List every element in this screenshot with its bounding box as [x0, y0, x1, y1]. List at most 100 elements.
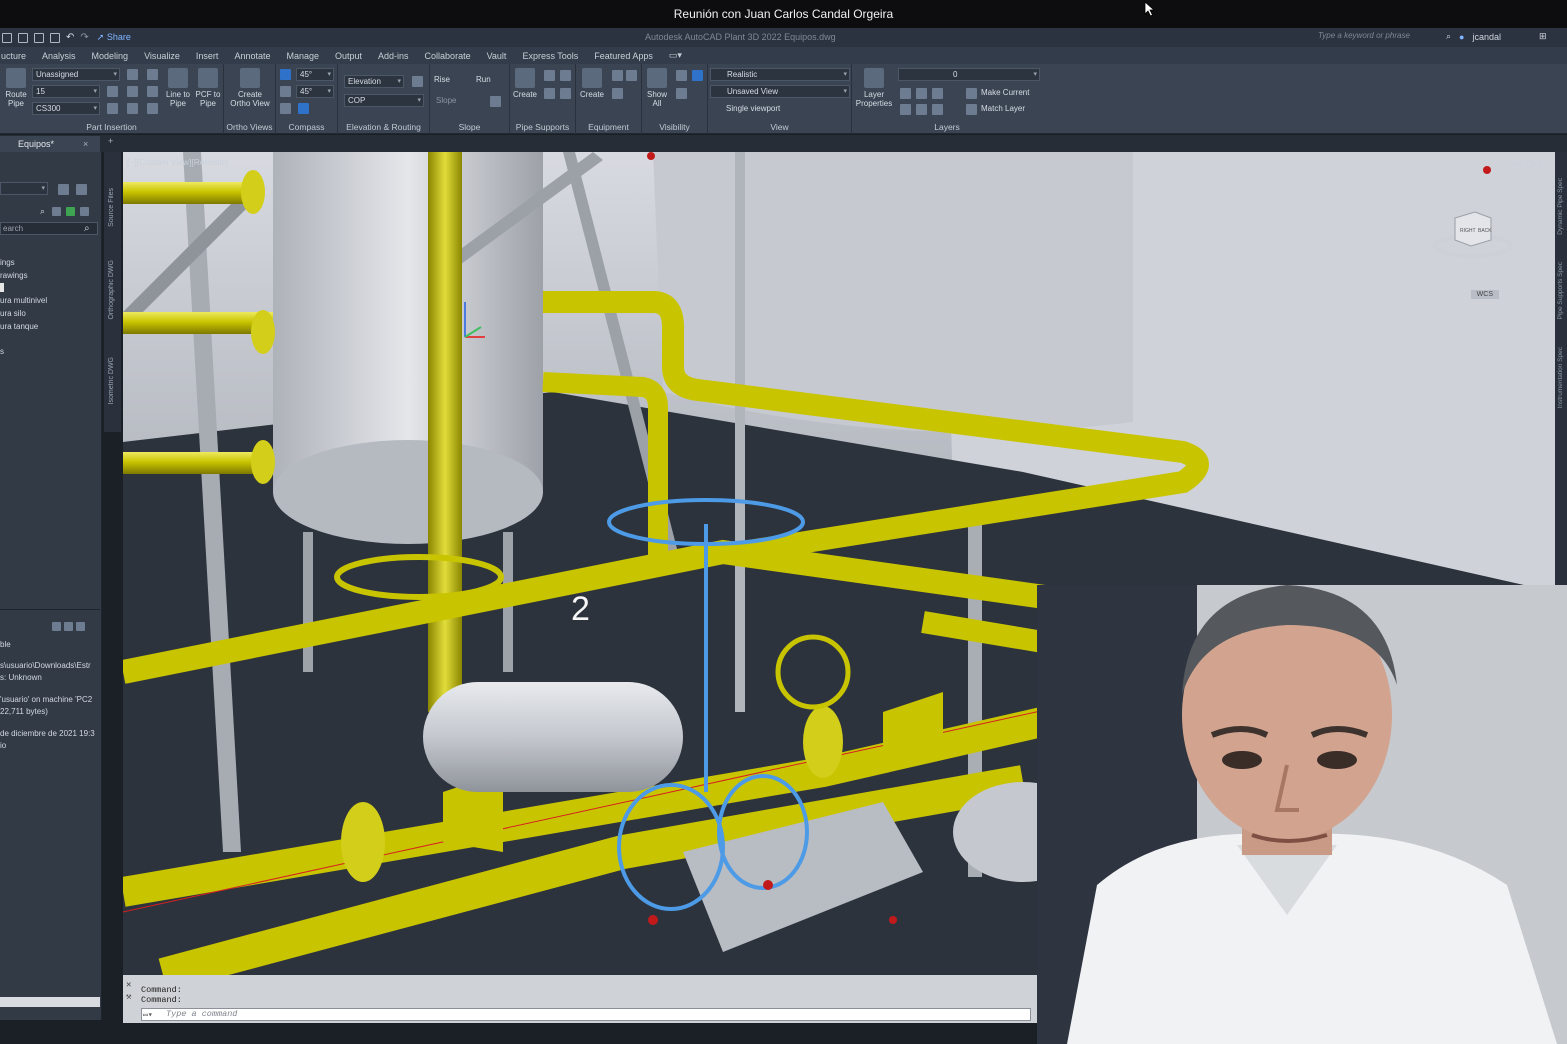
tree-item-drawings[interactable]: ings [0, 258, 15, 267]
project-setup-icon[interactable] [76, 184, 87, 195]
snap-icon[interactable] [280, 86, 291, 97]
layer-isolate-icon[interactable] [916, 88, 927, 99]
tab-structure[interactable]: ucture [0, 51, 34, 61]
hide-icon[interactable] [692, 70, 703, 81]
compass-step-combo[interactable]: 45° [296, 85, 334, 98]
layer-state-icon[interactable] [900, 88, 911, 99]
layer-walk-icon[interactable] [932, 104, 943, 115]
reducer-icon[interactable] [127, 103, 138, 114]
tab-analysis[interactable]: Analysis [34, 51, 84, 61]
tree-item-other[interactable]: s [0, 347, 4, 356]
tab-output[interactable]: Output [327, 51, 370, 61]
share-button[interactable]: ➚ Share [97, 32, 131, 43]
palette-divider[interactable] [0, 609, 100, 610]
layer-lock-icon[interactable] [916, 104, 927, 115]
edit-pipe-icon[interactable] [147, 103, 158, 114]
close-icon[interactable]: × [83, 136, 88, 152]
pcf-to-pipe-button[interactable]: PCF to Pipe [194, 68, 222, 108]
make-current-icon[interactable] [966, 88, 977, 99]
support-edit-icon[interactable] [544, 70, 555, 81]
options-icon[interactable] [80, 207, 89, 216]
tree-item-silo[interactable]: ura silo [0, 309, 26, 318]
tab-annotate[interactable]: Annotate [226, 51, 278, 61]
cop-combo[interactable]: COP [344, 94, 424, 107]
layer-off-icon[interactable] [932, 88, 943, 99]
route-pipe-button[interactable]: Route Pipe [4, 68, 28, 108]
tab-pipe-supports-spec[interactable]: Pipe Supports Spec [1557, 262, 1564, 319]
open-file-icon[interactable] [18, 32, 28, 43]
tab-orthographic-dwg[interactable]: Orthographic DWG [108, 260, 115, 320]
tab-featured-apps[interactable]: Featured Apps [586, 51, 661, 61]
print-icon[interactable] [50, 32, 60, 43]
compass-icon[interactable] [298, 103, 309, 114]
support-convert-icon[interactable] [560, 70, 571, 81]
support-remove-icon[interactable] [560, 88, 571, 99]
create-equipment-button[interactable]: Create [578, 68, 606, 99]
details-toolbar-icon[interactable] [52, 622, 61, 631]
tab-modeling[interactable]: Modeling [84, 51, 137, 61]
tag-icon[interactable] [127, 69, 138, 80]
class-combo[interactable]: CS300 [32, 102, 100, 115]
viewport-controls[interactable]: [−][Custom View][Realistic] [127, 157, 228, 167]
cart-icon[interactable]: ⊞ [1539, 31, 1547, 42]
create-support-button[interactable]: Create [512, 68, 538, 99]
make-current-button[interactable]: Make Current [981, 88, 1029, 97]
connect-icon[interactable] [107, 103, 118, 114]
document-tab-equipos[interactable]: Equipos* × [0, 136, 100, 152]
user-name[interactable]: jcandal [1472, 32, 1501, 42]
flange-icon[interactable] [147, 86, 158, 97]
wrench-icon[interactable]: ⚒ [126, 991, 131, 1003]
support-replace-icon[interactable] [544, 88, 555, 99]
save-icon[interactable] [34, 32, 44, 43]
project-combo[interactable] [0, 182, 48, 195]
visual-style-combo[interactable]: Realistic [710, 68, 850, 81]
tree-item-plant-drawings[interactable]: rawings [0, 271, 28, 280]
layer-properties-button[interactable]: Layer Properties [854, 68, 894, 108]
viewcube-right-face[interactable]: RIGHT [1460, 228, 1476, 234]
equipment-edit-icon[interactable] [626, 70, 637, 81]
new-tab-icon[interactable]: + [108, 136, 113, 146]
zoom-icon[interactable]: ⌕ [40, 206, 45, 217]
viewcube[interactable]: RIGHT BACK [1433, 206, 1513, 266]
show-all-button[interactable]: Show All [644, 68, 670, 108]
command-input[interactable]: Type a command [141, 1008, 1031, 1021]
fitting-icon[interactable] [107, 86, 118, 97]
command-prompt-icon[interactable]: ▭▾ [143, 1010, 153, 1020]
close-icon[interactable]: ✕ [126, 979, 131, 991]
details-preview-icon[interactable] [76, 622, 85, 631]
tab-isometric-dwg[interactable]: Isometric DWG [108, 357, 115, 404]
pen-icon[interactable] [280, 103, 291, 114]
details-print-icon[interactable] [64, 622, 73, 631]
tab-instrumentation-spec[interactable]: Instrumentation Spec [1557, 347, 1564, 408]
sync-icon[interactable] [66, 207, 75, 216]
table-icon[interactable] [147, 69, 158, 80]
tree-item-multinivel[interactable]: ura multinivel [0, 296, 47, 305]
valve-icon[interactable] [127, 86, 138, 97]
spec-combo[interactable]: Unassigned [32, 68, 120, 81]
compass-angle-combo[interactable]: 45° [296, 68, 334, 81]
tab-insert[interactable]: Insert [188, 51, 227, 61]
elevation-input[interactable]: Elevation [344, 75, 404, 88]
size-combo[interactable]: 15 [32, 85, 100, 98]
layer-freeze-icon[interactable] [900, 104, 911, 115]
viewport-window-controls[interactable]: ▭▢× [1513, 158, 1547, 169]
viewport-config-button[interactable]: Single viewport [726, 104, 780, 113]
tab-vault[interactable]: Vault [479, 51, 515, 61]
isolate-icon[interactable] [676, 70, 687, 81]
tab-add-ins[interactable]: Add-ins [370, 51, 417, 61]
help-search-input[interactable]: Type a keyword or phrase [1308, 31, 1443, 44]
tree-item-tanque[interactable]: ura tanque [0, 322, 38, 331]
tree-item-folder[interactable] [0, 283, 4, 292]
nozzle-icon[interactable] [612, 70, 623, 81]
named-view-combo[interactable]: Unsaved View [710, 85, 850, 98]
slope-toggle-icon[interactable] [490, 96, 501, 107]
refresh-icon[interactable] [52, 207, 61, 216]
tab-dynamic-pipe-spec[interactable]: Dynamic Pipe Spec [1557, 178, 1564, 235]
tab-express-tools[interactable]: Express Tools [514, 51, 586, 61]
hide-others-icon[interactable] [676, 88, 687, 99]
compass-toggle-icon[interactable] [280, 69, 291, 80]
tab-manage[interactable]: Manage [278, 51, 327, 61]
user-icon[interactable]: ● [1459, 32, 1464, 42]
wcs-menu[interactable]: WCS [1470, 290, 1499, 299]
search-icon[interactable]: ⌕ [84, 223, 90, 234]
